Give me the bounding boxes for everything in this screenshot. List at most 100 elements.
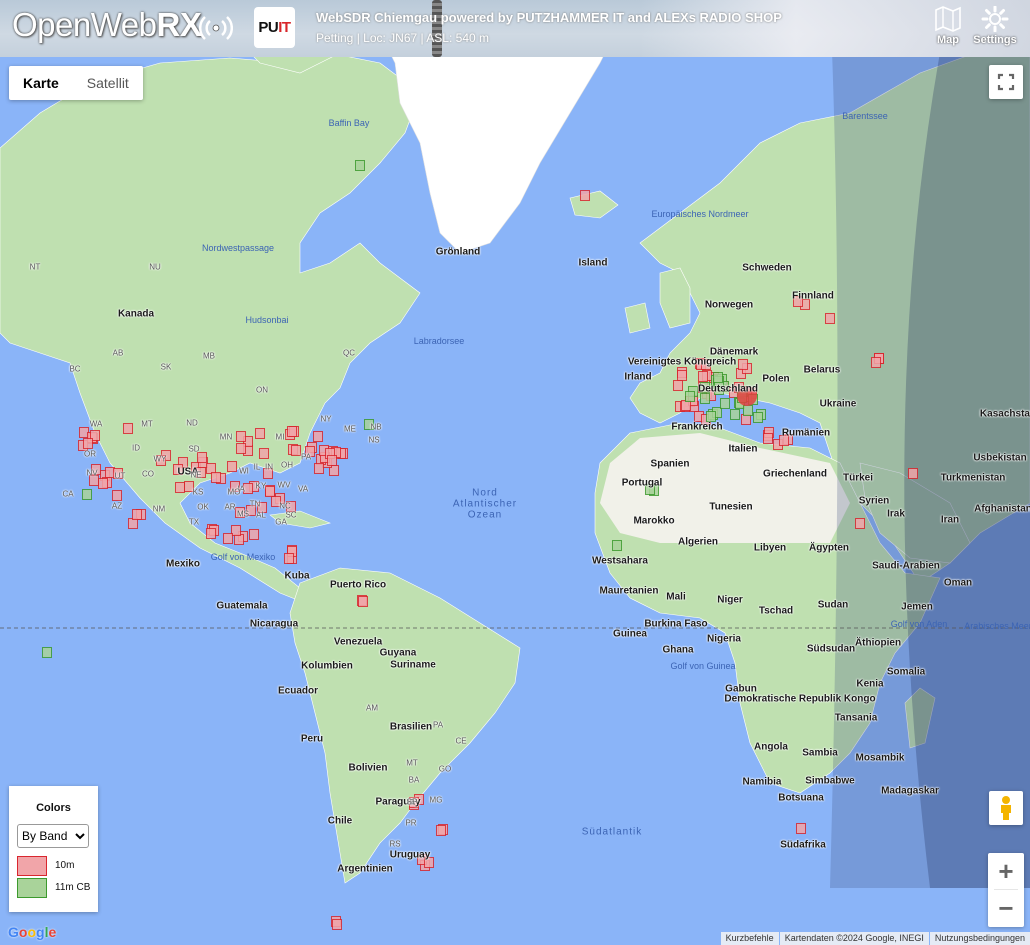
locator-square[interactable] — [730, 409, 740, 420]
region-abbrev-label: WV — [277, 480, 291, 490]
country-label: Kanada — [117, 308, 155, 320]
openwebrx-logo[interactable]: OpenWebRX — [12, 6, 202, 44]
map-icon — [935, 6, 961, 32]
locator-square[interactable] — [825, 313, 835, 324]
locator-square[interactable] — [673, 380, 683, 391]
country-label: Nigeria — [707, 633, 741, 645]
locator-square[interactable] — [332, 919, 342, 930]
settings-button[interactable]: Settings — [969, 6, 1021, 52]
locator-square[interactable] — [223, 533, 233, 544]
region-abbrev-label: MN — [219, 432, 233, 442]
locator-square[interactable] — [763, 433, 773, 444]
legend-swatch-11m-cb[interactable] — [17, 878, 47, 898]
region-abbrev-label: GO — [438, 764, 452, 774]
locator-square[interactable] — [855, 518, 865, 529]
locator-square[interactable] — [236, 443, 246, 454]
country-label: Südsudan — [806, 643, 856, 655]
locator-square[interactable] — [236, 431, 246, 442]
locator-square[interactable] — [284, 553, 294, 564]
locator-square[interactable] — [436, 825, 446, 836]
google-logo[interactable]: Google — [8, 924, 56, 940]
locator-square[interactable] — [227, 461, 237, 472]
country-label: Spanien — [650, 458, 690, 470]
locator-square[interactable] — [211, 472, 221, 483]
country-label: Tunesien — [709, 501, 753, 513]
country-label: Ecuador — [277, 685, 319, 697]
map-view[interactable]: Kanada USA Mexiko Kuba Puerto Rico Guatemala N… — [0, 57, 1030, 945]
country-label: Afghanistan — [974, 503, 1030, 515]
country-label: Ägypten — [809, 542, 849, 554]
country-label: Kasachstan — [979, 408, 1030, 420]
region-abbrev-label: CE — [455, 736, 467, 746]
zoom-in-button[interactable]: + — [988, 853, 1024, 889]
locator-square[interactable] — [720, 398, 730, 409]
locator-square[interactable] — [580, 190, 590, 201]
locator-square[interactable] — [197, 452, 207, 463]
locator-square[interactable] — [206, 528, 216, 539]
locator-square[interactable] — [358, 596, 368, 607]
keyboard-shortcuts-link[interactable]: Kurzbefehle — [720, 932, 779, 945]
locator-square[interactable] — [313, 431, 323, 442]
locator-square[interactable] — [355, 160, 365, 171]
locator-square[interactable] — [743, 405, 753, 416]
locator-square[interactable] — [42, 647, 52, 658]
water-label: Golf von Aden — [890, 619, 948, 629]
region-abbrev-label: ID — [132, 443, 140, 453]
locator-square[interactable] — [255, 428, 265, 439]
street-view-pegman[interactable] — [989, 791, 1023, 825]
color-mode-select[interactable]: By Band — [17, 824, 89, 848]
locator-square[interactable] — [908, 468, 918, 479]
locator-square[interactable] — [287, 426, 297, 437]
locator-square[interactable] — [677, 370, 687, 381]
locator-square[interactable] — [713, 372, 723, 383]
locator-square[interactable] — [314, 463, 324, 474]
region-abbrev-label: BC — [69, 364, 81, 374]
region-abbrev-label: WY — [153, 454, 167, 464]
locator-square[interactable] — [738, 359, 748, 370]
zoom-out-button[interactable]: − — [988, 890, 1024, 926]
tab-karte[interactable]: Karte — [9, 66, 73, 100]
locator-square[interactable] — [82, 489, 92, 500]
partner-logo[interactable]: PUIT — [254, 7, 295, 48]
fullscreen-button[interactable] — [989, 65, 1023, 99]
locator-square[interactable] — [685, 391, 695, 402]
water-label: Barentssee — [842, 111, 888, 121]
country-label: Frankreich — [671, 421, 723, 433]
country-label: Burkina Faso — [644, 618, 708, 630]
locator-square[interactable] — [706, 411, 716, 422]
locator-square[interactable] — [753, 412, 763, 423]
locator-square[interactable] — [249, 529, 259, 540]
country-label: Mexiko — [166, 558, 200, 570]
locator-square[interactable] — [698, 371, 708, 382]
locator-square[interactable] — [291, 445, 301, 456]
tab-satellit[interactable]: Satellit — [73, 66, 143, 100]
locator-square[interactable] — [132, 509, 142, 520]
locator-square[interactable] — [871, 357, 881, 368]
locator-square[interactable] — [112, 490, 122, 501]
legend-swatch-10m[interactable] — [17, 856, 47, 876]
locator-square[interactable] — [259, 448, 269, 459]
country-label: Guinea — [613, 628, 647, 640]
locator-square[interactable] — [83, 438, 93, 449]
region-abbrev-label: ME — [344, 424, 356, 434]
region-abbrev-label: SP — [406, 797, 418, 807]
locator-square[interactable] — [327, 455, 337, 466]
locator-square[interactable] — [98, 478, 108, 489]
locator-square[interactable] — [612, 540, 622, 551]
locator-square[interactable] — [700, 393, 710, 404]
map-button[interactable]: Map — [922, 6, 974, 52]
country-label: Demokratische Republik Kongo — [724, 693, 876, 705]
region-abbrev-label: NM — [152, 504, 166, 514]
receiver-details: Petting | Loc: JN67 | ASL: 540 m — [316, 31, 489, 45]
region-abbrev-label: TX — [188, 517, 200, 527]
locator-square[interactable] — [796, 823, 806, 834]
country-label: Portugal — [621, 477, 663, 489]
country-label: Türkei — [842, 472, 874, 484]
country-label: Norwegen — [704, 299, 754, 311]
country-label: Libyen — [753, 542, 787, 554]
region-abbrev-label: VA — [297, 484, 309, 494]
terms-link[interactable]: Nutzungsbedingungen — [929, 932, 1030, 945]
region-abbrev-label: PA — [432, 720, 444, 730]
locator-square[interactable] — [123, 423, 133, 434]
country-label: Jemen — [901, 601, 933, 613]
